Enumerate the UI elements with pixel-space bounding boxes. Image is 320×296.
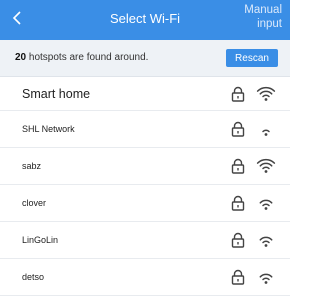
lock-icon [231,232,245,248]
lock-icon [231,269,245,285]
wifi-list-item[interactable]: clover [0,185,290,222]
network-name: LinGoLin [22,235,59,245]
wifi-signal-icon [256,158,276,173]
hotspot-count: 20 [15,52,27,63]
wifi-list-item[interactable]: SHL Network [0,111,290,148]
network-name: SHL Network [22,124,75,134]
network-name: detso [22,272,45,282]
wifi-signal-icon [256,86,276,101]
wifi-list-item[interactable]: Smart home [0,77,290,111]
wifi-list-item[interactable]: detso [0,259,290,296]
wifi-signal-icon [259,236,273,247]
wifi-list: Smart home SHL Network sabz clover LinGo… [0,77,290,296]
manual-input-label-line2: input [257,18,282,30]
lock-icon [231,158,245,174]
top-bar: Select Wi-Fi Manual input [0,0,290,40]
lock-icon [231,86,245,102]
manual-input-label-line1: Manual [244,4,282,16]
rescan-button[interactable]: Rescan [226,49,278,67]
network-name: sabz [22,161,42,171]
network-name: Smart home [22,86,91,101]
hotspot-info-bar: 20 hotspots are found around. Rescan [0,40,290,77]
wifi-list-item[interactable]: sabz [0,148,290,185]
wifi-list-item[interactable]: LinGoLin [0,222,290,259]
lock-icon [231,121,245,137]
wifi-signal-icon [262,129,270,136]
lock-icon [231,195,245,211]
wifi-signal-icon [259,199,273,210]
network-name: clover [22,198,47,208]
manual-input-button[interactable]: Manual input [244,3,282,31]
hotspot-count-suffix: hotspots are found around. [26,52,149,63]
wifi-signal-icon [259,273,273,284]
hotspot-count-text: 20 hotspots are found around. [15,52,148,63]
